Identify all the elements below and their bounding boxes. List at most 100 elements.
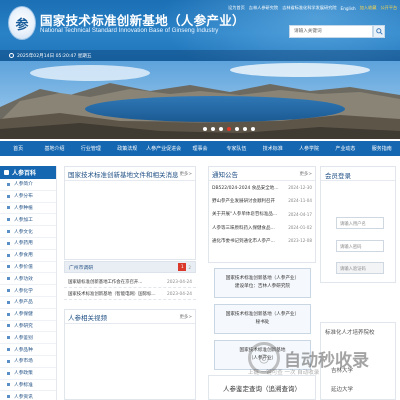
info-box-secretariat[interactable]: 国家技术标准创新基地（人参产业） 秘书处 — [214, 304, 311, 334]
sidebar-item[interactable]: 人参产品 — [0, 297, 56, 309]
username-field[interactable]: 请输入用户名 — [336, 217, 384, 229]
top-link-favorite[interactable]: 加入收藏 — [360, 5, 377, 11]
sidebar-item[interactable]: 人参文化 — [0, 226, 56, 238]
top-link-institute[interactable]: 吉林人参研究院 — [249, 5, 278, 11]
nav-ginseng-college[interactable]: 人参学院 — [291, 141, 327, 156]
banner-dot[interactable] — [211, 127, 215, 131]
banner-dot-active[interactable] — [227, 127, 231, 131]
clock-icon — [9, 52, 14, 58]
notice-item[interactable]: DB522/024-2024 食品安全地... 2024-12-30 — [209, 181, 315, 194]
logo-char: 参 — [15, 17, 29, 33]
nav-policies[interactable]: 政策法规 — [109, 141, 145, 156]
banner-dot[interactable] — [251, 127, 255, 131]
nav-experts[interactable]: 专家队伍 — [218, 141, 254, 156]
notice-item-date: 2023-12-08 — [288, 238, 312, 244]
search-icon — [375, 28, 383, 35]
nav-council[interactable]: 理事会 — [182, 141, 218, 156]
list-item[interactable]: 国家级标准创新基地工作会在京召开... 2023-04-24 — [64, 277, 196, 288]
notice-header: 通知公告 更多> — [209, 167, 315, 181]
bullet-icon — [7, 336, 10, 340]
sidebar-item[interactable]: 人参功效 — [0, 273, 56, 286]
sidebar-item[interactable]: 人参分布 — [0, 191, 56, 203]
banner-dot[interactable] — [203, 127, 207, 131]
search-input[interactable]: 请输入关键词 — [289, 25, 373, 38]
top-links: 设为首页 吉林人参研究院 吉林省标准化科学发展研究院 English 加入收藏 … — [228, 5, 397, 11]
watermark-subtext: 上链 一键可查 一次 自动收录 — [248, 370, 320, 376]
sidebar-item-label: 人参品种 — [14, 347, 33, 353]
sidebar-item[interactable]: 人参药用 — [0, 238, 56, 250]
nav-standards[interactable]: 技术标准 — [255, 141, 291, 156]
ginseng-logo-icon[interactable]: 参 — [8, 6, 36, 40]
banner-dot[interactable] — [219, 127, 223, 131]
nav-promotion-association[interactable]: 人参产业促进会 — [145, 141, 181, 156]
school-yanbian[interactable]: 延边大学 — [331, 385, 353, 393]
sidebar-item[interactable]: 人参种植 — [0, 203, 56, 215]
nav-service-guide[interactable]: 服务指南 — [364, 141, 400, 156]
page-next[interactable]: 2 — [188, 265, 191, 270]
sidebar-item-label: 人参价值 — [14, 264, 33, 270]
sidebar-item-label: 人参资讯 — [14, 394, 33, 400]
bullet-icon — [7, 194, 10, 198]
subheader-label[interactable]: 广州市调研 — [69, 264, 93, 271]
nav-home[interactable]: 首页 — [0, 141, 36, 156]
sidebar-item[interactable]: 人参保健 — [0, 309, 56, 321]
sidebar: 人参百科 人参简介 人参分布 人参种植 人参加工 人参文化 人参药用 人参食用 … — [0, 166, 57, 400]
top-link-english[interactable]: English — [341, 6, 356, 11]
sidebar-item[interactable]: 人参市场 — [0, 356, 56, 368]
nav-industry-news[interactable]: 产业动态 — [327, 141, 363, 156]
documents-more-link[interactable]: 更多> — [180, 171, 192, 177]
list-item-date: 2023-04-24 — [167, 291, 192, 297]
sidebar-item-label: 人参鉴别 — [14, 335, 33, 341]
sidebar-item[interactable]: 人参鉴别 — [0, 332, 56, 345]
subheader-pager: 1 2 — [178, 263, 191, 271]
member-header: 会员登录 — [321, 167, 395, 181]
sidebar-item[interactable]: 人参资讯 — [0, 391, 56, 400]
info-box-line2: 建设单位：吉林人参研究院 — [234, 284, 291, 289]
nav-about[interactable]: 基地介绍 — [36, 141, 72, 156]
sidebar-item[interactable]: 人参加工 — [0, 214, 56, 227]
notice-item[interactable]: 人参等三味原料药入保健食品... 2024-01-02 — [209, 221, 315, 234]
list-item[interactable]: 国家技术标准创新基地（智能电网）国际标... 2023-04-24 — [64, 289, 196, 300]
info-box-builder[interactable]: 国家技术标准创新基地（人参产业） 建设单位：吉林人参研究院 — [214, 268, 311, 298]
bullet-icon — [7, 324, 10, 328]
sidebar-item-label: 人参政策 — [14, 371, 33, 377]
search-button[interactable] — [373, 25, 385, 38]
sidebar-item-label: 人参种植 — [14, 205, 33, 211]
page-badge[interactable]: 1 — [178, 263, 187, 271]
banner-dot[interactable] — [243, 127, 247, 131]
banner-dot[interactable] — [235, 127, 239, 131]
documents-panel: 国家技术标准创新基地文件和相关消息 更多> — [64, 166, 196, 260]
list-item-title: 国家技术标准创新基地（智能电网）国际标... — [68, 292, 156, 297]
sidebar-item[interactable]: 人参化学 — [0, 285, 56, 297]
captcha-field[interactable]: 请输入验证码 — [336, 262, 384, 274]
bullet-icon — [7, 348, 10, 352]
notice-item[interactable]: 关于开展“人参单体皂苷标准品... 2024-04-17 — [209, 208, 315, 221]
notice-item-date: 2024-01-02 — [288, 225, 312, 231]
sidebar-item[interactable]: 人参政策 — [0, 368, 56, 380]
ginseng-trace-query[interactable]: 人参鉴定查询（追溯查询） — [208, 375, 316, 400]
notice-item[interactable]: 野山参产业发展研讨会顺利召开 2024-11-04 — [209, 194, 315, 207]
top-link-platform[interactable]: 公开平台 — [380, 5, 397, 11]
video-header: 人参相关视频 更多> — [65, 310, 195, 324]
sidebar-item-label: 人参标准 — [14, 382, 33, 388]
top-link-home[interactable]: 设为首页 — [228, 5, 245, 11]
sidebar-item[interactable]: 人参食用 — [0, 250, 56, 262]
top-link-standard-academy[interactable]: 吉林省标准化科学发展研究院 — [282, 5, 336, 11]
sidebar-item[interactable]: 人参品种 — [0, 344, 56, 356]
notice-item[interactable]: 通化市委书记到通化市人参产... 2023-12-08 — [209, 234, 315, 247]
sidebar-item[interactable]: 人参价值 — [0, 262, 56, 274]
video-more-link[interactable]: 更多> — [180, 314, 192, 320]
sidebar-item-label: 人参简介 — [14, 182, 33, 188]
nav-industry-management[interactable]: 行业管理 — [73, 141, 109, 156]
sidebar-item[interactable]: 人参简介 — [0, 179, 56, 191]
hero-banner[interactable] — [0, 61, 400, 139]
notice-item-title: 关于开展“人参单体皂苷标准品... — [212, 212, 278, 218]
bullet-icon — [7, 265, 10, 269]
sidebar-item[interactable]: 人参标准 — [0, 380, 56, 392]
site-subtitle: National Technical Standard Innovation B… — [40, 27, 219, 34]
password-field[interactable]: 请输入密码 — [336, 240, 384, 252]
bullet-icon — [7, 312, 10, 316]
bullet-icon — [7, 277, 10, 281]
notice-more-link[interactable]: 更多> — [300, 171, 312, 177]
sidebar-item[interactable]: 人参研究 — [0, 321, 56, 333]
